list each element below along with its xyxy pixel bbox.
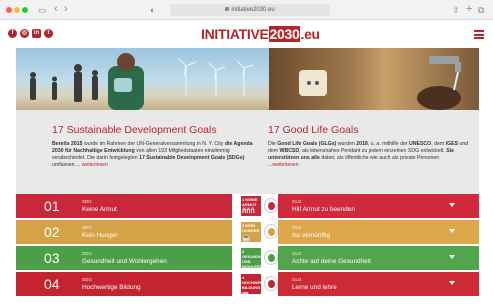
menu-icon[interactable] <box>474 30 484 39</box>
zoom-window-button[interactable] <box>22 7 28 13</box>
sdg-description: Bereits 2015 wurde im Rahmen der UN-Gene… <box>52 141 253 168</box>
sdg-cell[interactable]: 02 SDG Kein Hunger <box>16 220 232 244</box>
sdg-read-more-link[interactable]: weiterlesen <box>82 162 108 168</box>
linkedin-icon[interactable]: in <box>32 29 41 38</box>
sdg-tag: SDG <box>82 199 92 204</box>
expand-chevron-icon[interactable] <box>449 281 455 285</box>
goal-number: 02 <box>44 224 60 240</box>
back-button[interactable]: ‹ <box>54 4 58 15</box>
logo-number: 2030 <box>268 26 301 42</box>
goal-row-02[interactable]: 02 SDG Kein Hunger 2 KEIN HUNGER ☕ GLG Is… <box>16 220 479 244</box>
sdg-1-icon: 1 KEINE ARMUT ñññ <box>241 196 261 216</box>
sdg-cell[interactable]: 03 SDG Gesundheit und Wohlergehen <box>16 246 232 270</box>
forward-button[interactable]: › <box>64 4 68 15</box>
goal-row-04[interactable]: 04 SDG Hochwertige Bildung 4 HOCHWERTIGE… <box>16 272 479 299</box>
hero-photo-glg <box>269 48 479 110</box>
goal-row-01[interactable]: 01 SDG Keine Armut 1 KEINE ARMUT ñññ GLG … <box>16 194 479 218</box>
lock-icon <box>225 7 230 12</box>
hero-photo-sdg <box>16 48 269 110</box>
sdg-3-icon: 3 GESUNDHEIT UND WOHLERGEHEN~♥ <box>241 248 274 277</box>
glg-read-more-link[interactable]: weiterlesen <box>272 162 298 168</box>
hero-scene-illustration <box>30 53 254 110</box>
address-bar-url: initiative2030.eu <box>231 7 275 13</box>
goal-number: 03 <box>44 250 60 266</box>
sdg-label: Hochwertige Bildung <box>82 284 141 291</box>
expand-chevron-icon[interactable] <box>449 203 455 207</box>
glg-cell[interactable]: GLG Achte auf deine Gesundheit <box>278 246 479 270</box>
facebook-icon[interactable]: f <box>8 29 17 38</box>
sidebar-toggle-icon[interactable]: ▭ <box>38 4 47 16</box>
glg-label: Achte auf deine Gesundheit <box>292 258 371 265</box>
sdg-tag: SDG <box>82 277 92 282</box>
sdg-2-icon: 2 KEIN HUNGER ☕ <box>241 222 261 242</box>
sdg-cell[interactable]: 04 SDG Hochwertige Bildung <box>16 272 232 296</box>
glg-badge-icon <box>264 198 278 213</box>
social-links: f ◎ in t <box>8 29 53 38</box>
expand-chevron-icon[interactable] <box>449 229 455 233</box>
hero-hands-illustration <box>299 56 461 110</box>
glg-cell[interactable]: GLG Hilf Armut zu beenden <box>278 194 479 218</box>
site-logo[interactable]: INITIATIVE2030.eu <box>201 26 320 42</box>
sdg-title: 17 Sustainable Development Goals <box>52 124 217 136</box>
glg-title: 17 Good Life Goals <box>268 124 359 136</box>
glg-tag: GLG <box>292 199 302 204</box>
browser-toolbar: ▭ ‹ › ◐ initiative2030.eu ⇧ + ⧉ <box>0 0 493 20</box>
privacy-shield-icon[interactable]: ◐ <box>150 4 155 16</box>
sdg-label: Kein Hunger <box>82 232 118 239</box>
glg-label: Lerne und lehre <box>292 284 337 291</box>
goal-number: 04 <box>44 276 60 292</box>
hero-image <box>16 48 479 110</box>
glg-badge-icon <box>264 224 278 239</box>
sdg-cell[interactable]: 01 SDG Keine Armut <box>16 194 232 218</box>
glg-label: Hilf Armut zu beenden <box>292 206 355 213</box>
sdg-tag: SDG <box>82 225 92 230</box>
goal-row-03[interactable]: 03 SDG Gesundheit und Wohlergehen 3 GESU… <box>16 246 479 277</box>
logo-prefix: INITIATIVE <box>201 26 269 42</box>
logo-suffix: .eu <box>300 26 320 42</box>
glg-cell[interactable]: GLG Lerne und lehre <box>278 272 479 296</box>
sdg-label: Keine Armut <box>82 206 117 213</box>
minimize-window-button[interactable] <box>14 7 20 13</box>
expand-chevron-icon[interactable] <box>449 255 455 259</box>
new-tab-button[interactable]: + <box>466 4 472 15</box>
instagram-icon[interactable]: ◎ <box>20 29 29 38</box>
goal-list: 01 SDG Keine Armut 1 KEINE ARMUT ñññ GLG … <box>16 194 479 299</box>
glg-tag: GLG <box>292 225 302 230</box>
intro-section: 17 Sustainable Development Goals Bereits… <box>16 110 479 194</box>
address-bar[interactable]: initiative2030.eu <box>170 4 330 16</box>
sdg-4-icon: 4 HOCHWERTIGE BILDUNG ▥ <box>241 274 273 299</box>
glg-badge-icon <box>264 250 278 265</box>
sdg-tag: SDG <box>82 251 92 256</box>
goal-number: 01 <box>44 198 60 214</box>
tab-overview-button[interactable]: ⧉ <box>478 4 484 16</box>
sdg-label: Gesundheit und Wohlergehen <box>82 258 167 265</box>
glg-tag: GLG <box>292 277 302 282</box>
glg-badge-icon <box>264 276 278 291</box>
share-button[interactable]: ⇧ <box>452 4 460 16</box>
glg-tag: GLG <box>292 251 302 256</box>
glg-description: Die Good Life Goals (GLGs) wurden 2018, … <box>268 141 469 168</box>
site-header: f ◎ in t INITIATIVE2030.eu <box>0 20 493 48</box>
glg-label: Iss vernünftig <box>292 232 331 239</box>
glg-cell[interactable]: GLG Iss vernünftig <box>278 220 479 244</box>
twitter-icon[interactable]: t <box>44 29 53 38</box>
close-window-button[interactable] <box>6 7 12 13</box>
